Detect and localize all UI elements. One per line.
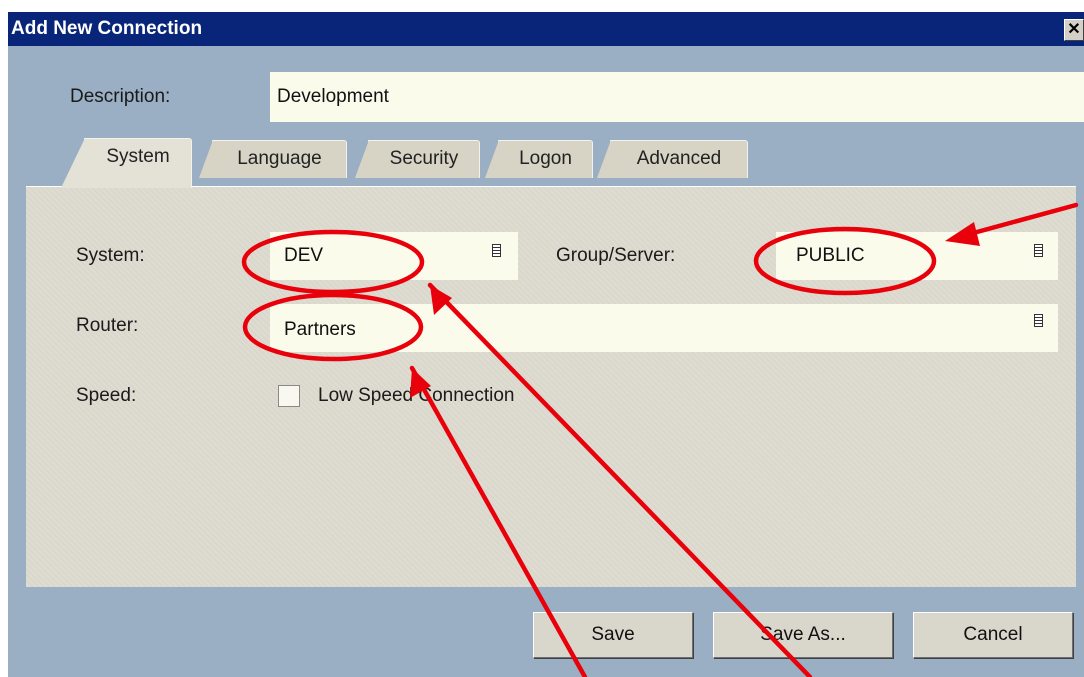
close-icon: ✕ [1067, 21, 1081, 38]
tab-advanced-label: Advanced [636, 148, 722, 169]
tab-system[interactable]: System [61, 138, 192, 188]
window-title: Add New Connection [11, 18, 203, 39]
tab-security[interactable]: Security [355, 140, 480, 178]
tab-system-label: System [106, 146, 170, 167]
cancel-button[interactable]: Cancel [913, 612, 1073, 658]
tab-logon[interactable]: Logon [485, 140, 593, 178]
tab-security-label: Security [389, 148, 459, 169]
system-select[interactable]: DEV [270, 232, 518, 280]
group-server-select-value: PUBLIC [796, 245, 865, 266]
description-input[interactable]: Development [270, 72, 1084, 122]
tab-advanced[interactable]: Advanced [597, 140, 748, 178]
system-label: System: [76, 245, 145, 266]
group-server-label: Group/Server: [556, 245, 676, 266]
router-label: Router: [76, 315, 139, 336]
description-label: Description: [70, 86, 171, 107]
save-as-button[interactable]: Save As... [713, 612, 893, 658]
dropdown-list-icon[interactable] [1034, 314, 1043, 327]
save-button[interactable]: Save [533, 612, 693, 658]
title-bar[interactable]: Add New Connection ✕ [8, 12, 1084, 46]
speed-label: Speed: [76, 385, 137, 406]
system-select-value: DEV [284, 245, 324, 266]
tab-logon-label: Logon [519, 148, 572, 169]
dropdown-list-icon[interactable] [1034, 244, 1043, 257]
group-server-select[interactable]: PUBLIC [776, 232, 1058, 280]
low-speed-checkbox[interactable] [278, 385, 300, 407]
tab-language-label: Language [237, 148, 322, 169]
dropdown-list-icon[interactable] [492, 244, 501, 257]
close-button[interactable]: ✕ [1064, 19, 1084, 41]
router-select-value: Partners [284, 319, 356, 340]
low-speed-label[interactable]: Low Speed Connection [318, 385, 514, 407]
tab-language[interactable]: Language [199, 140, 347, 178]
router-select[interactable]: Partners [270, 304, 1058, 352]
